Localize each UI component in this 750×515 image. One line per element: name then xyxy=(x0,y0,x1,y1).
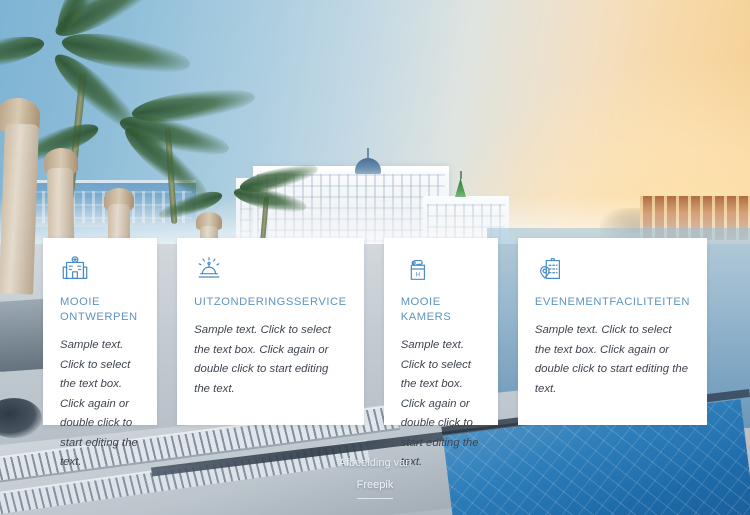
feature-card[interactable]: MOOIE ONTWERPEN Sample text. Click to se… xyxy=(43,238,158,468)
feature-cards-row: MOOIE ONTWERPEN Sample text. Click to se… xyxy=(43,238,707,468)
closed-umbrella xyxy=(0,123,39,295)
feature-card-body: Sample text. Click to select the text bo… xyxy=(534,324,689,395)
image-credit: Afbeelding van Freepik xyxy=(0,452,750,499)
feature-card[interactable]: EVENEMENTFACILITEITEN Sample text. Click… xyxy=(517,238,707,425)
feature-card-title: EVENEMENTFACILITEITEN xyxy=(534,296,690,308)
image-credit-prefix: Afbeelding van xyxy=(338,457,412,469)
location-pin-building-icon xyxy=(535,254,565,284)
hotel-key-tag-icon: H xyxy=(401,254,431,284)
hotel-building-icon xyxy=(60,254,90,284)
landing-page: MOOIE ONTWERPEN Sample text. Click to se… xyxy=(0,0,750,515)
service-bell-icon xyxy=(194,254,224,284)
feature-card-title: MOOIE ONTWERPEN xyxy=(60,296,138,323)
freepik-link[interactable]: Freepik xyxy=(356,474,394,499)
feature-card-title: MOOIE KAMERS xyxy=(400,296,452,323)
green-spire-pin xyxy=(460,171,462,179)
feature-card[interactable]: UITZONDERINGSSERVICE Sample text. Click … xyxy=(177,238,364,425)
svg-text:H: H xyxy=(415,272,419,279)
feature-card[interactable]: H MOOIE KAMERS Sample text. Click to sel… xyxy=(383,238,498,468)
feature-card-body: Sample text. Click to select the text bo… xyxy=(194,324,331,395)
feature-card-title: UITZONDERINGSSERVICE xyxy=(194,296,347,308)
